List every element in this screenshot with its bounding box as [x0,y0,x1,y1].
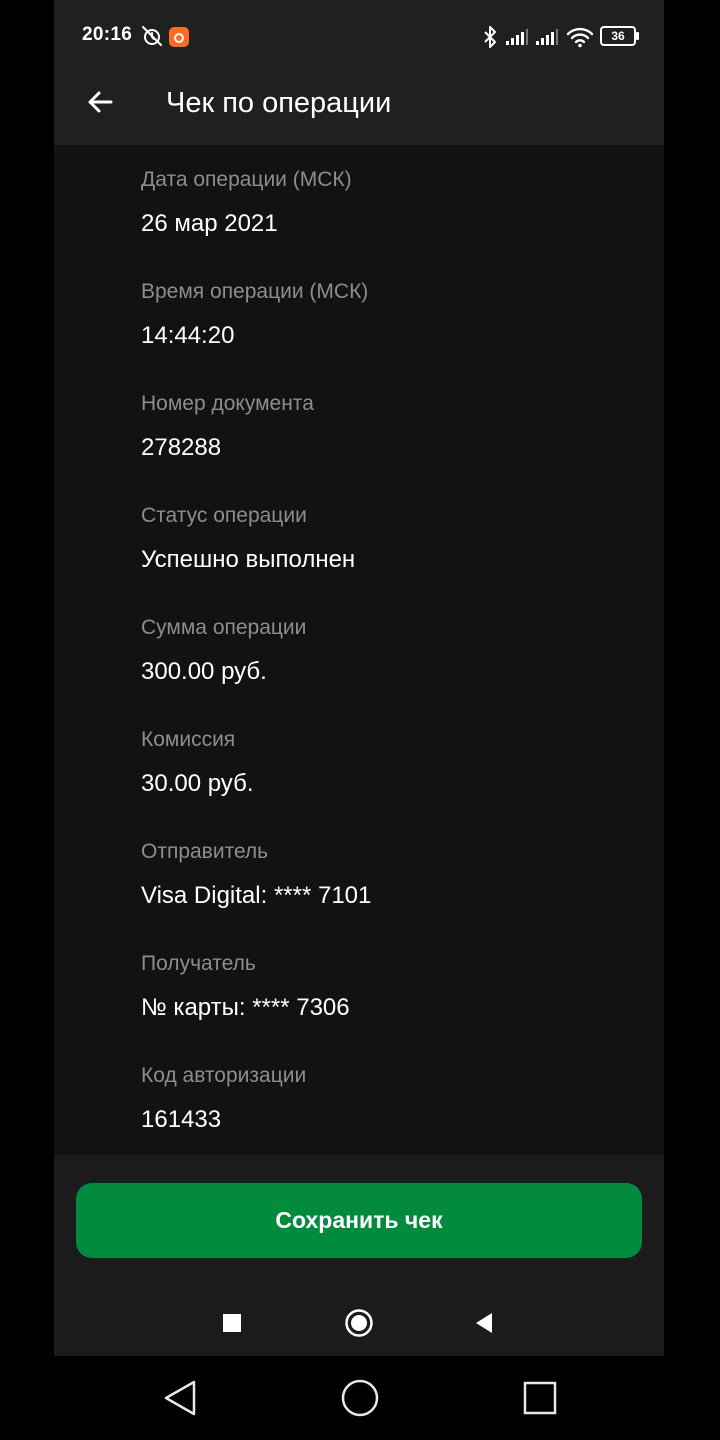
inner-stop-button[interactable] [212,1303,252,1343]
field-value: 14:44:20 [141,322,235,349]
field-label: Дата операции (МСК) [141,168,352,191]
signal-icon [506,29,528,45]
battery-level: 36 [611,29,625,43]
alarm-off-icon [142,26,162,46]
status-time: 20:16 [82,24,133,45]
field-label: Отправитель [141,840,269,863]
app-screen: 20:16 36 Чек по операции Дата операции (… [54,0,664,1356]
field-label: Код авторизации [141,1064,307,1087]
save-receipt-button[interactable]: Сохранить чек [76,1183,642,1258]
footer-bar: Сохранить чек [54,1155,664,1356]
system-back-button[interactable] [155,1373,205,1423]
field-label: Номер документа [141,392,314,415]
back-button[interactable] [78,80,122,124]
top-bar: 20:16 36 Чек по операции [54,0,664,145]
field-label: Комиссия [141,728,236,751]
field-label: Статус операции [141,504,307,527]
inner-back-button[interactable] [464,1303,504,1343]
signal-icon [536,29,558,45]
field-value: 278288 [141,434,222,461]
wifi-icon [566,27,594,48]
battery-icon: 36 [600,26,639,46]
field-label: Получатель [141,952,256,975]
stop-square-icon [223,1314,241,1332]
field-value: 26 мар 2021 [141,210,278,237]
receipt-details: Дата операции (МСК) 26 мар 2021 Время оп… [54,145,664,1155]
system-recents-button[interactable] [515,1373,565,1423]
field-value: 30.00 руб. [141,770,254,797]
recents-square-icon [523,1381,557,1415]
field-value: 300.00 руб. [141,658,267,685]
field-value: № карты: **** 7306 [141,994,350,1021]
field-value: Успешно выполнен [141,546,356,573]
home-circle-icon [341,1379,379,1417]
page-title: Чек по операции [166,87,392,119]
bluetooth-icon [484,26,496,48]
back-triangle-icon [476,1313,492,1333]
inner-home-button[interactable] [339,1303,379,1343]
app-notification-icon [169,27,189,47]
home-circle-icon [345,1309,373,1337]
field-label: Сумма операции [141,616,307,639]
system-home-button[interactable] [335,1373,385,1423]
field-value: Visa Digital: **** 7101 [141,882,372,909]
back-triangle-icon [164,1380,196,1416]
field-label: Время операции (МСК) [141,280,369,303]
arrow-left-icon [88,91,113,113]
field-value: 161433 [141,1106,222,1133]
